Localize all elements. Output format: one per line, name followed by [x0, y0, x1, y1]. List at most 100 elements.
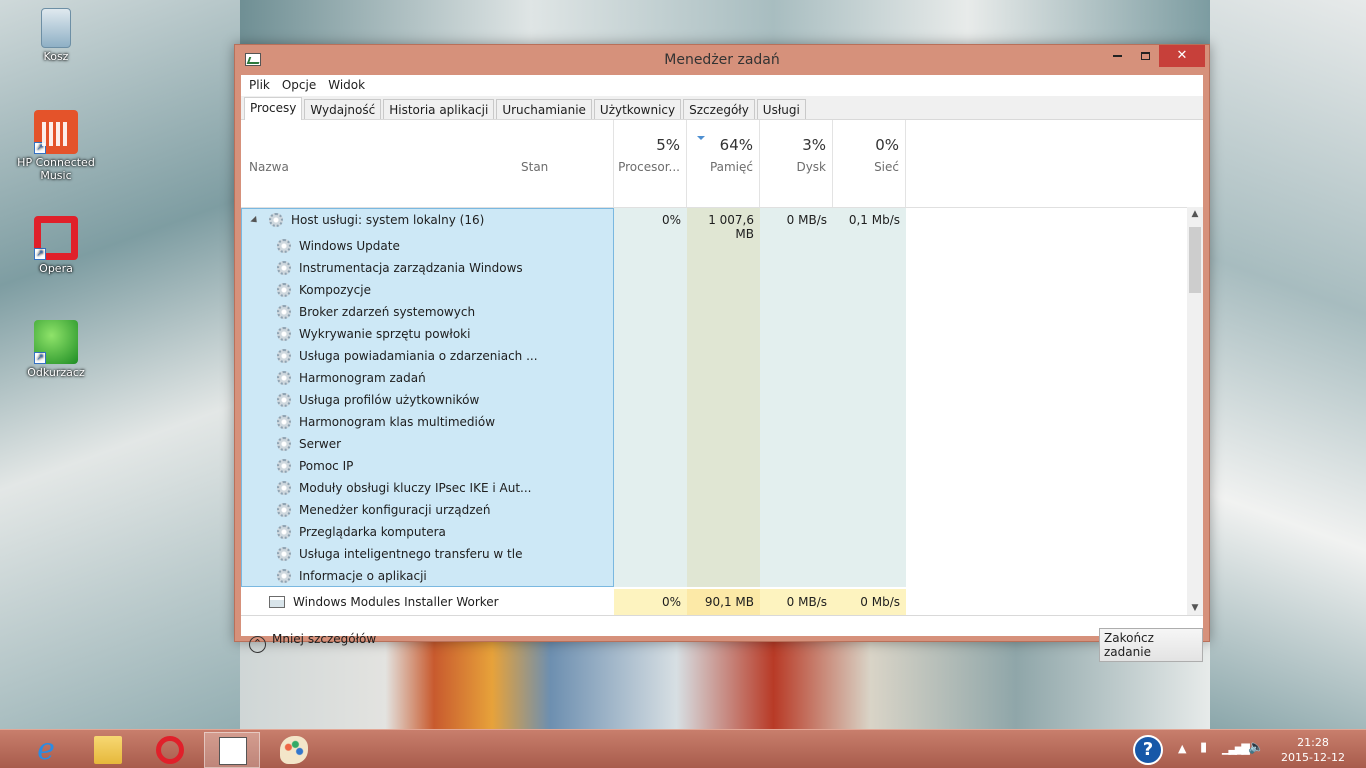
- expand-arrow-icon[interactable]: [250, 215, 260, 226]
- service-row[interactable]: Kompozycje: [241, 279, 1187, 301]
- service-host-icon: [269, 213, 283, 227]
- scrollbar-thumb[interactable]: [1189, 227, 1201, 293]
- service-row[interactable]: Instrumentacja zarządzania Windows: [241, 257, 1187, 279]
- service-row[interactable]: Usługa powiadamiania o zdarzeniach ...: [241, 345, 1187, 367]
- close-button[interactable]: ✕: [1159, 45, 1205, 67]
- tab-services[interactable]: Usługi: [756, 99, 806, 119]
- service-gear-icon: [277, 393, 291, 407]
- scroll-down-icon[interactable]: ▼: [1187, 603, 1203, 613]
- desktop-icon-odkurzacz[interactable]: ↗ Odkurzacz: [16, 320, 96, 379]
- process-name-cell: Windows Modules Installer Worker: [241, 589, 614, 611]
- fewer-details-button[interactable]: ⌃ Mniej szczegółów: [249, 632, 376, 653]
- service-row[interactable]: Moduły obsługi kluczy IPsec IKE i Aut...: [241, 477, 1187, 499]
- tab-app-history[interactable]: Historia aplikacji: [383, 99, 495, 119]
- menu-view[interactable]: Widok: [322, 75, 371, 96]
- service-name: Broker zdarzeń systemowych: [299, 305, 476, 319]
- process-row-modules-installer[interactable]: Windows Modules Installer Worker 0% 90,1…: [241, 589, 1187, 615]
- group-name-cell: Host usługi: system lokalny (16): [241, 209, 614, 231]
- scroll-up-icon[interactable]: ▲: [1187, 209, 1203, 219]
- menu-file[interactable]: Plik: [243, 75, 276, 96]
- service-row[interactable]: Usługa profilów użytkowników: [241, 389, 1187, 411]
- service-row[interactable]: Windows Update: [241, 235, 1187, 257]
- system-clock[interactable]: 21:28 2015-12-12: [1278, 735, 1348, 765]
- maximize-button[interactable]: [1131, 45, 1159, 67]
- service-gear-icon: [277, 569, 291, 583]
- process-cpu: 0%: [614, 589, 687, 615]
- group-cpu: 0%: [661, 213, 681, 227]
- help-icon[interactable]: ?: [1133, 735, 1163, 765]
- odkurzacz-icon: ↗: [34, 320, 78, 364]
- column-header-cpu[interactable]: 5% Procesor...: [614, 120, 687, 207]
- tab-startup[interactable]: Uruchamianie: [496, 99, 592, 119]
- tab-details[interactable]: Szczegóły: [683, 99, 755, 119]
- ie-icon: e: [37, 732, 55, 767]
- opera-icon: ↗: [34, 216, 78, 260]
- network-signal-icon[interactable]: ▁▃▅▇: [1222, 742, 1250, 755]
- taskbar-explorer-button[interactable]: [80, 732, 136, 768]
- end-task-button[interactable]: Zakończ zadanie: [1099, 628, 1203, 662]
- service-row[interactable]: Przeglądarka komputera: [241, 521, 1187, 543]
- service-name: Informacje o aplikacji: [299, 569, 427, 583]
- vertical-scrollbar[interactable]: ▲ ▼: [1187, 207, 1203, 615]
- desktop-icon-label: Opera: [39, 262, 73, 275]
- desktop-icon-opera[interactable]: ↗ Opera: [16, 216, 96, 275]
- tab-users[interactable]: Użytkownicy: [593, 99, 682, 119]
- process-network: 0 Mb/s: [833, 589, 906, 615]
- fewer-details-label: Mniej szczegółów: [272, 632, 377, 646]
- service-name: Kompozycje: [299, 283, 371, 297]
- volume-icon[interactable]: 🔈: [1248, 740, 1264, 755]
- taskbar-ie-button[interactable]: e: [18, 732, 74, 768]
- service-row[interactable]: Harmonogram zadań: [241, 367, 1187, 389]
- service-row[interactable]: Informacje o aplikacji: [241, 565, 1187, 587]
- desktop-icon-recycle-bin[interactable]: Kosz: [16, 8, 96, 63]
- process-name: Windows Modules Installer Worker: [293, 595, 499, 609]
- service-name: Usługa inteligentnego transferu w tle: [299, 547, 523, 561]
- memory-column-label: Pamięć: [709, 160, 753, 174]
- service-gear-icon: [277, 371, 291, 385]
- service-name: Pomoc IP: [299, 459, 354, 473]
- service-row[interactable]: Pomoc IP: [241, 455, 1187, 477]
- service-row[interactable]: Serwer: [241, 433, 1187, 455]
- menu-options[interactable]: Opcje: [276, 75, 322, 96]
- tab-performance[interactable]: Wydajność: [304, 99, 382, 119]
- title-bar[interactable]: Menedżer zadań ✕: [235, 45, 1209, 75]
- process-list: Host usługi: system lokalny (16) 0% 1 00…: [241, 207, 1187, 615]
- column-header-name[interactable]: Nazwa: [241, 120, 513, 207]
- opera-icon: [156, 736, 184, 764]
- service-name: Harmonogram zadań: [299, 371, 426, 385]
- service-gear-icon: [277, 261, 291, 275]
- service-row[interactable]: Harmonogram klas multimediów: [241, 411, 1187, 433]
- taskbar-paint-button[interactable]: [266, 732, 322, 768]
- group-memory: 1 007,6 MB: [708, 213, 754, 241]
- service-gear-icon: [277, 327, 291, 341]
- column-header-memory[interactable]: 64% Pamięć: [687, 120, 760, 207]
- column-header-status[interactable]: Stan: [513, 120, 614, 207]
- minimize-button[interactable]: [1103, 45, 1131, 67]
- taskbar-opera-button[interactable]: [142, 732, 198, 768]
- power-icon[interactable]: ▮: [1200, 740, 1207, 755]
- group-name: Host usługi: system lokalny (16): [291, 213, 485, 227]
- tab-processes[interactable]: Procesy: [244, 97, 303, 120]
- column-headers: Nazwa Stan 5% Procesor... 64% Pamięć 3% …: [241, 120, 1203, 207]
- chevron-up-icon: ⌃: [249, 636, 266, 653]
- window-client: Plik Opcje Widok Procesy Wydajność Histo…: [241, 75, 1203, 662]
- file-explorer-icon: [94, 736, 122, 764]
- service-name: Instrumentacja zarządzania Windows: [299, 261, 523, 275]
- service-gear-icon: [277, 437, 291, 451]
- service-gear-icon: [277, 283, 291, 297]
- service-row[interactable]: Wykrywanie sprzętu powłoki: [241, 323, 1187, 345]
- service-gear-icon: [277, 525, 291, 539]
- service-row[interactable]: Menedżer konfiguracji urządzeń: [241, 499, 1187, 521]
- group-row-service-host[interactable]: Host usługi: system lokalny (16) 0% 1 00…: [241, 209, 1187, 241]
- column-header-disk[interactable]: 3% Dysk: [760, 120, 833, 207]
- service-gear-icon: [277, 459, 291, 473]
- desktop-icon-hp-connected-music[interactable]: ↗ HP Connected Music: [16, 110, 96, 182]
- taskbar-task-manager-button[interactable]: [204, 732, 260, 768]
- show-hidden-icons-icon[interactable]: ▲: [1178, 742, 1186, 755]
- service-row[interactable]: Usługa inteligentnego transferu w tle: [241, 543, 1187, 565]
- service-name: Serwer: [299, 437, 342, 451]
- service-row[interactable]: Broker zdarzeń systemowych: [241, 301, 1187, 323]
- task-manager-icon: [219, 737, 247, 765]
- process-memory: 90,1 MB: [687, 589, 760, 615]
- column-header-network[interactable]: 0% Sieć: [833, 120, 906, 207]
